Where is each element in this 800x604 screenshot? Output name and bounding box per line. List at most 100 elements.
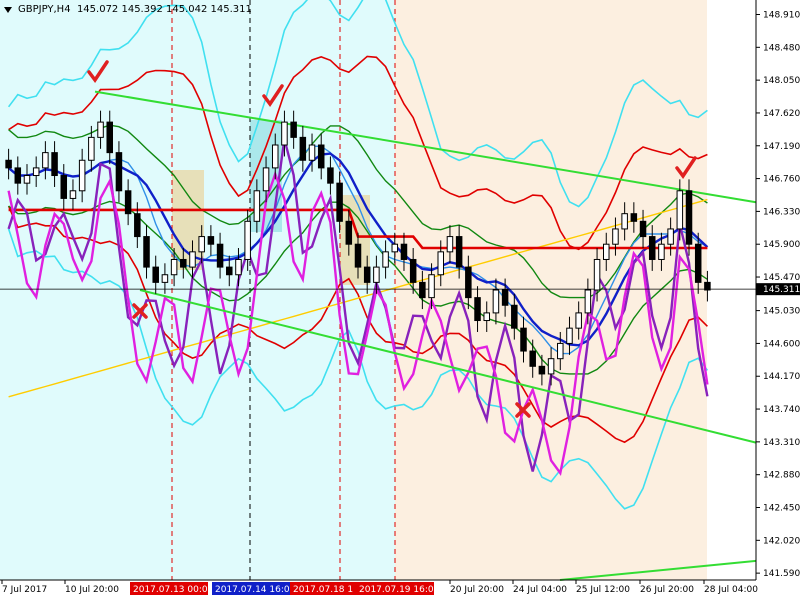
candle-body[interactable]: [152, 266, 159, 283]
price-tick-label: 148.910: [763, 11, 800, 21]
candle-body[interactable]: [612, 228, 619, 245]
session-zone-cyan: [0, 0, 395, 580]
candle-body[interactable]: [483, 312, 490, 322]
candle-body[interactable]: [32, 167, 40, 177]
candle-body[interactable]: [170, 258, 178, 276]
candle-body[interactable]: [281, 121, 288, 146]
candle-body[interactable]: [189, 251, 196, 268]
candle-body[interactable]: [271, 144, 279, 169]
candle-body[interactable]: [676, 190, 684, 230]
candle-body[interactable]: [501, 289, 509, 306]
candle-body[interactable]: [437, 251, 445, 276]
candle-body[interactable]: [520, 327, 527, 352]
candle-body[interactable]: [639, 220, 647, 238]
candle-body[interactable]: [336, 182, 343, 222]
candle-body[interactable]: [5, 159, 12, 169]
candle-body[interactable]: [308, 144, 316, 161]
candle-body[interactable]: [593, 258, 601, 291]
candle-body[interactable]: [363, 266, 371, 283]
candle-body[interactable]: [198, 236, 205, 253]
price-tick-label: 145.470: [763, 273, 800, 283]
session-date-label: 2017.07.19 16:00: [359, 585, 440, 595]
candle-body[interactable]: [161, 274, 169, 283]
session-date-label: 2017.07.13 00:00: [133, 585, 214, 595]
candle-body[interactable]: [299, 136, 307, 161]
candle-body[interactable]: [244, 220, 251, 260]
price-tick-label: 145.030: [763, 307, 800, 317]
candle-body[interactable]: [134, 213, 141, 238]
candle-body[interactable]: [419, 281, 426, 299]
candle-body[interactable]: [409, 258, 417, 283]
candle-body[interactable]: [557, 342, 564, 360]
candle-body[interactable]: [88, 136, 95, 161]
candle-body[interactable]: [42, 152, 49, 169]
candle-body[interactable]: [667, 228, 674, 245]
chart-menu-arrow-icon[interactable]: [4, 7, 12, 13]
time-tick-label: 10 Jul 20:00: [65, 585, 119, 595]
candle-body[interactable]: [23, 175, 31, 184]
candle-body[interactable]: [262, 167, 270, 192]
candle-body[interactable]: [658, 243, 665, 260]
candle-body[interactable]: [455, 236, 463, 268]
candle-body[interactable]: [630, 213, 638, 222]
candle-body[interactable]: [382, 251, 389, 268]
price-tick-label: 146.760: [763, 175, 800, 185]
candle-body[interactable]: [143, 236, 150, 268]
candle-body[interactable]: [207, 236, 215, 245]
candle-body[interactable]: [474, 297, 481, 322]
candle-body[interactable]: [354, 243, 362, 268]
candle-body[interactable]: [253, 190, 261, 222]
candle-body[interactable]: [115, 152, 123, 192]
candle-body[interactable]: [373, 266, 380, 283]
candle-body[interactable]: [327, 167, 334, 184]
candle-body[interactable]: [603, 243, 610, 260]
candle-body[interactable]: [317, 144, 325, 169]
candle-body[interactable]: [621, 213, 628, 230]
candle-body[interactable]: [529, 350, 536, 367]
candle-body[interactable]: [51, 152, 58, 177]
chart-header: GBPJPY,H4 145.072 145.392 145.042 145.31…: [18, 4, 252, 15]
candle-body[interactable]: [511, 304, 518, 329]
candle-body[interactable]: [704, 281, 711, 291]
candle-body[interactable]: [584, 289, 592, 314]
price-tick-label: 148.050: [763, 76, 800, 86]
candle-body[interactable]: [685, 190, 693, 245]
candle-body[interactable]: [60, 175, 68, 199]
session-date-label: 2017.07.14 16:00: [215, 585, 296, 595]
candle-body[interactable]: [446, 236, 454, 253]
candle-body[interactable]: [97, 121, 104, 138]
candle-body[interactable]: [235, 258, 242, 276]
candle-body[interactable]: [14, 167, 22, 184]
candle-body[interactable]: [78, 159, 86, 192]
candle-body[interactable]: [575, 312, 582, 329]
candle-body[interactable]: [566, 327, 573, 344]
candle-body[interactable]: [216, 243, 224, 268]
chart-container[interactable]: 148.910 148.480 148.050 147.620 147.190 146.7…: [0, 0, 800, 600]
symbol-label: GBPJPY,H4: [18, 4, 71, 15]
price-tick-label: 141.590: [763, 569, 800, 579]
time-tick-label: 26 Jul 20:00: [640, 585, 694, 595]
time-tick-label: 25 Jul 12:00: [576, 585, 630, 595]
candle-body[interactable]: [106, 121, 113, 154]
candle-body[interactable]: [400, 243, 408, 260]
candle-body[interactable]: [180, 258, 187, 268]
candle-body[interactable]: [290, 121, 297, 138]
candle-body[interactable]: [69, 190, 77, 199]
candle-body[interactable]: [648, 236, 656, 260]
candle-body[interactable]: [345, 220, 353, 245]
price-tick-label: 148.480: [763, 43, 800, 53]
time-tick-label: 20 Jul 20:00: [450, 585, 504, 595]
ohlc-values: 145.072 145.392 145.042 145.311: [76, 4, 252, 15]
candle-body[interactable]: [694, 243, 702, 283]
candle-body[interactable]: [428, 274, 435, 299]
candle-body[interactable]: [124, 190, 132, 215]
price-tick-label: 147.620: [763, 109, 800, 119]
candle-body[interactable]: [226, 266, 233, 276]
candle-body[interactable]: [547, 358, 555, 375]
candle-body[interactable]: [391, 243, 399, 253]
candle-body[interactable]: [465, 266, 472, 299]
price-chart[interactable]: 148.910 148.480 148.050 147.620 147.190 146.7…: [0, 0, 800, 600]
candle-body[interactable]: [492, 289, 500, 314]
price-tick-label: 146.330: [763, 207, 800, 217]
candle-body[interactable]: [538, 365, 546, 375]
